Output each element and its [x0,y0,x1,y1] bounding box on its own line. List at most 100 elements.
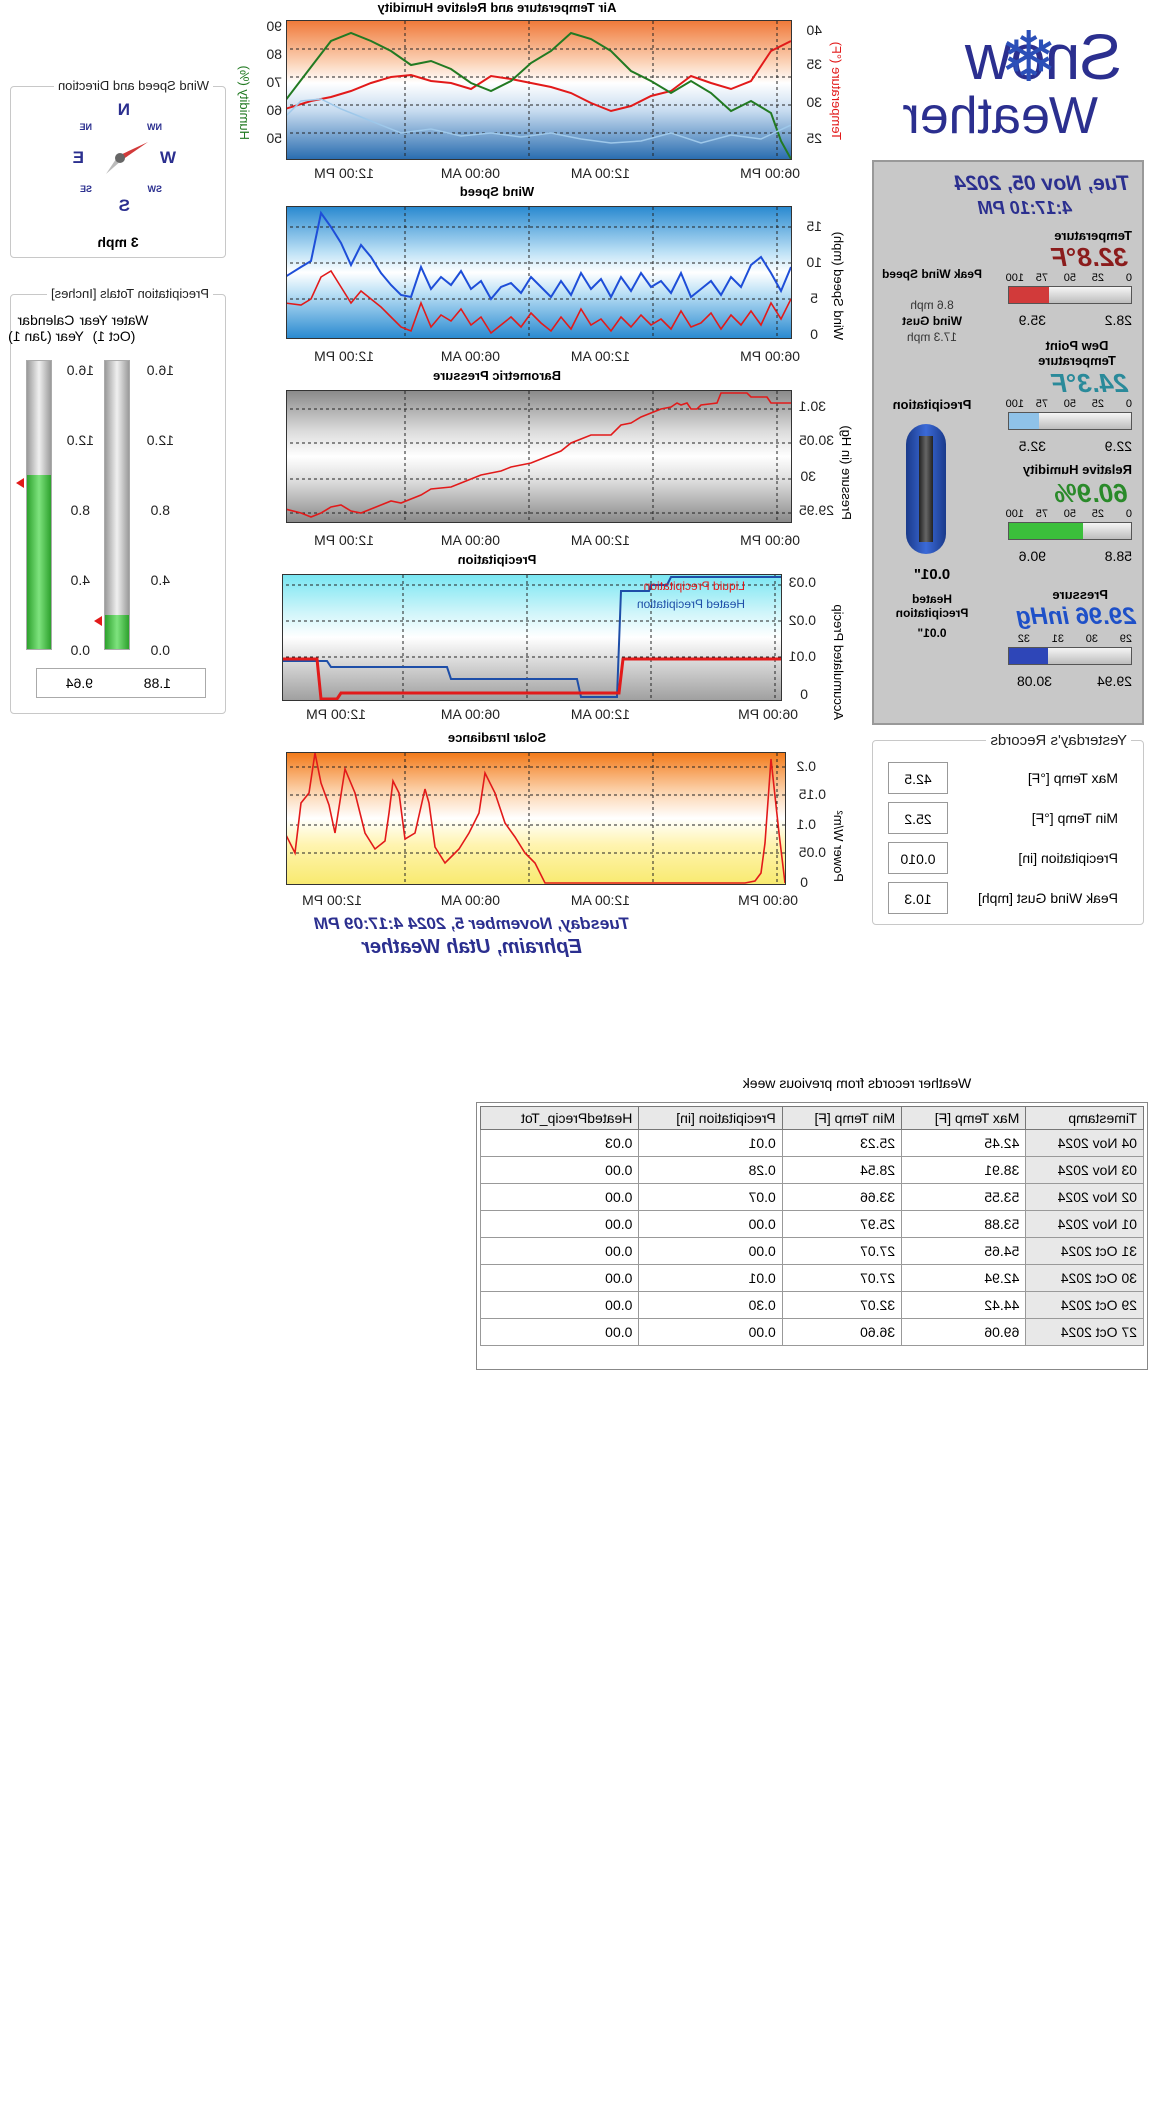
table-cell: 25.97 [782,1210,902,1238]
dashboard: Snow ❄ Weather Tue, Nov 05, 2024 4:17:10… [0,0,1152,2112]
heated-precip-label: Heated Precipitation [895,592,969,620]
precip-totals-title: Precipitation Totals [Inches] [46,286,213,301]
table-row: 03 Nov 2024 38.91 28.54 0.28 0.00 [480,1156,1144,1184]
precip-chart: Liquid Precipitation Heated Precipitatio… [282,574,782,701]
table-cell: 53.88 [901,1210,1026,1238]
precip-legend-liquid: Liquid Precipitation [643,579,745,593]
table-row: 02 Nov 2024 53.55 33.66 0.07 0.00 [480,1183,1144,1211]
temperature-max: 35.9 [1018,312,1046,328]
table-cell: 04 Nov 2024 [1025,1129,1144,1157]
table-cell: 0.00 [480,1156,639,1184]
solar-tick: 0 [800,874,808,890]
humidity-line [286,31,792,160]
baro-tick: 30 [800,468,816,484]
temperature-gauge [1008,286,1132,304]
temp-axis-label: Temperature (°F) [829,41,844,140]
solar-tick: 0.15 [798,786,826,802]
yesterday-label: Min Temp [°F] [1031,810,1118,826]
table-cell: 02 Nov 2024 [1025,1183,1144,1211]
week-table: Timestamp Max Temp [F] Min Temp [F] Prec… [480,1106,1144,1346]
wind-gust-label: Wind Gust [902,314,962,328]
dewpoint-value: 24.3°F [1051,368,1128,398]
solar-line [286,752,786,884]
current-time: 4:17:10 PM [977,198,1072,218]
table-cell: 0.07 [638,1183,783,1211]
temp-left-tick: 25 [806,130,822,146]
heated-precip-value: 0.01" [917,626,947,640]
table-cell: 54.65 [901,1237,1026,1265]
yesterday-value: 0.010 [888,842,948,874]
table-cell: 0.28 [638,1156,783,1184]
pressure-line [286,392,791,518]
yesterday-label: Max Temp [°F] [1027,770,1118,786]
precip-axis-label: Accumulated Precip [831,604,846,720]
current-date: Tue, Nov 05, 2024 [954,172,1130,195]
temp-chart-plot [286,21,792,160]
precip-legend-heated: Heated Precipitation [636,597,745,611]
temperature-label: Temperature [1054,228,1132,243]
wind-gust-line [286,210,792,301]
temp-left-tick: 30 [806,94,822,110]
temperature-gauge-fill [1009,287,1050,303]
water-year-fill [105,615,129,649]
baro-chart-title: Barometric Pressure [433,368,561,383]
calendar-year-label: Calendar Year (Jan 1) [8,312,84,344]
temp-left-tick: 40 [806,22,822,38]
table-row: 01 Nov 2024 53.88 25.97 0.00 0.00 [480,1210,1144,1238]
table-cell: 0.01 [638,1129,783,1157]
table-cell: 0.03 [480,1129,639,1157]
precip-chart-plot [282,575,781,701]
humidity-axis-label: Humidity (%) [237,65,252,140]
wind-chart [286,206,792,339]
humidity-gauge-fill [1009,523,1084,539]
yesterday-row: 0.010 Precipitation [in] [888,842,1128,876]
table-cell: 0.00 [638,1210,783,1238]
table-row: 31 Oct 2024 54.65 27.07 0.00 0.00 [480,1237,1144,1265]
heated-precip-line [282,576,781,698]
wind-panel-title: Wind Speed and Direction [53,78,213,93]
wind-tick: 0 [810,326,818,342]
table-cell: 42.45 [901,1129,1026,1157]
solar-chart-title: Solar Irradiance [447,730,547,745]
wind-direction-arrow-icon [106,142,148,174]
baro-tick: 30.05 [798,432,834,448]
wind-compass: N S W E NW NE SW SE [52,100,192,220]
temp-right-tick: 90 [266,18,282,34]
temperature-value: 32.8°F [1051,242,1128,272]
temperature-min: 28.2 [1104,312,1132,328]
table-cell: 28.54 [782,1156,902,1184]
pressure-gauge-fill [1009,648,1049,664]
solar-chart [286,752,786,885]
table-cell: 03 Nov 2024 [1025,1156,1144,1184]
pressure-max: 30.08 [1016,673,1052,689]
col-header: HeatedPrecip_Tot [480,1106,639,1130]
precip-tick: 0.03 [788,574,816,590]
week-table-header-row: Timestamp Max Temp [F] Min Temp [F] Prec… [480,1106,1144,1130]
table-cell: 29 Oct 2024 [1025,1291,1144,1319]
table-cell: 42.94 [901,1264,1026,1292]
wind-tick: 15 [806,218,822,234]
solar-tick: 0.2 [796,758,816,774]
yesterday-value: 25.2 [888,802,948,834]
humidity-label: Relative Humidity [1022,462,1132,477]
precip-tick: 0 [800,686,808,702]
temp-chart [286,20,792,160]
table-cell: 0.00 [480,1183,639,1211]
table-row: 30 Oct 2024 42.94 27.07 0.01 0.00 [480,1264,1144,1292]
dewpoint-min: 22.9 [1104,438,1132,454]
pressure-gauge [1008,647,1132,665]
temp-right-tick: 70 [266,74,282,90]
table-cell: 69.06 [901,1318,1026,1346]
precip-value: 0.01" [913,566,951,583]
table-cell: 0.00 [638,1237,783,1265]
temp-right-tick: 80 [266,46,282,62]
compass-w: W [159,148,176,167]
table-cell: 0.00 [480,1318,639,1346]
dewpoint-gauge-fill [1009,413,1039,429]
footer-location: Ephraim, Utah Weather [362,936,582,958]
water-year-tube [104,360,130,650]
yesterday-label: Precipitation [in] [1018,850,1118,866]
wind-chart-plot [286,207,792,339]
humidity-max: 90.6 [1018,548,1046,564]
compass-n: N [117,100,130,119]
